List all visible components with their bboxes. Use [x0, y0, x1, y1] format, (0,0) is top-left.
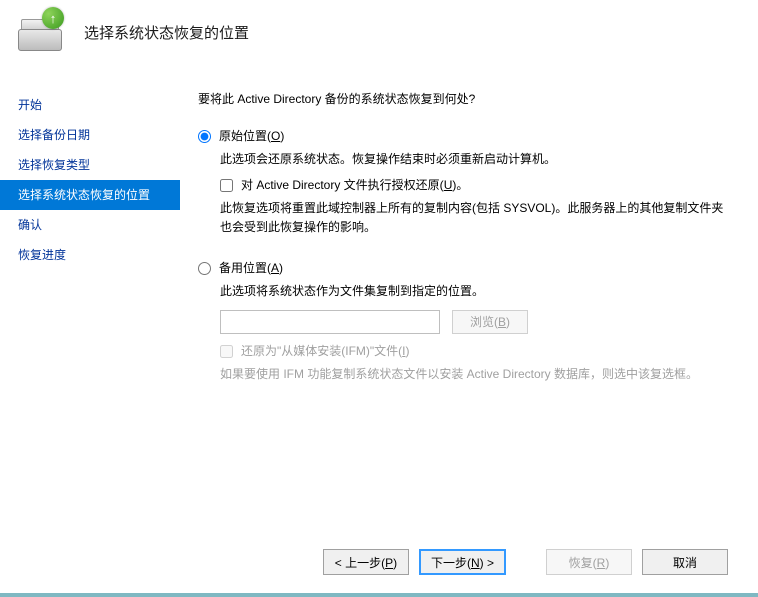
radio-original-location-input[interactable] [198, 130, 211, 143]
alternate-location-desc: 此选项将系统状态作为文件集复制到指定的位置。 [220, 282, 732, 301]
checkbox-authoritative-restore-label: 对 Active Directory 文件执行授权还原(U)。 [241, 176, 468, 195]
option-original-location: 原始位置(O) 此选项会还原系统状态。恢复操作结束时必须重新启动计算机。 对 A… [198, 127, 732, 237]
radio-original-location[interactable]: 原始位置(O) [198, 127, 732, 146]
prev-button[interactable]: < 上一步(P) [323, 549, 409, 575]
step-confirm[interactable]: 确认 [0, 210, 180, 240]
step-select-recovery-type[interactable]: 选择恢复类型 [0, 150, 180, 180]
authoritative-restore-desc: 此恢复选项将重置此域控制器上所有的复制内容(包括 SYSVOL)。此服务器上的其… [220, 199, 732, 237]
radio-original-location-label: 原始位置(O) [219, 127, 284, 146]
wizard-title: 选择系统状态恢复的位置 [84, 22, 249, 43]
step-select-system-state-location[interactable]: 选择系统状态恢复的位置 [0, 180, 180, 210]
radio-alternate-location-input[interactable] [198, 262, 211, 275]
wizard-body: 开始 选择备份日期 选择恢复类型 选择系统状态恢复的位置 确认 恢复进度 要将此… [0, 64, 758, 574]
recover-button[interactable]: 恢复(R) [546, 549, 632, 575]
alternate-path-input[interactable] [220, 310, 440, 334]
step-recovery-progress[interactable]: 恢复进度 [0, 240, 180, 270]
step-start[interactable]: 开始 [0, 90, 180, 120]
wizard-main: 要将此 Active Directory 备份的系统状态恢复到何处? 原始位置(… [180, 64, 758, 574]
checkbox-ifm[interactable]: 还原为"从媒体安装(IFM)"文件(I) [220, 342, 732, 361]
option-alternate-location: 备用位置(A) 此选项将系统状态作为文件集复制到指定的位置。 浏览(B) 还原为… [198, 259, 732, 384]
next-button[interactable]: 下一步(N) > [419, 549, 506, 575]
alternate-path-row: 浏览(B) [220, 310, 732, 334]
prompt-text: 要将此 Active Directory 备份的系统状态恢复到何处? [198, 90, 732, 109]
wizard-steps-sidebar: 开始 选择备份日期 选择恢复类型 选择系统状态恢复的位置 确认 恢复进度 [0, 64, 180, 574]
radio-alternate-location[interactable]: 备用位置(A) [198, 259, 732, 278]
checkbox-ifm-input[interactable] [220, 345, 233, 358]
wizard-header: ↑ 选择系统状态恢复的位置 [0, 0, 758, 64]
original-location-desc: 此选项会还原系统状态。恢复操作结束时必须重新启动计算机。 [220, 150, 732, 169]
radio-alternate-location-label: 备用位置(A) [219, 259, 283, 278]
checkbox-authoritative-restore-input[interactable] [220, 179, 233, 192]
ifm-desc: 如果要使用 IFM 功能复制系统状态文件以安装 Active Directory… [220, 365, 732, 384]
step-select-backup-date[interactable]: 选择备份日期 [0, 120, 180, 150]
cancel-button[interactable]: 取消 [642, 549, 728, 575]
checkbox-ifm-label: 还原为"从媒体安装(IFM)"文件(I) [241, 342, 410, 361]
browse-button[interactable]: 浏览(B) [452, 310, 528, 334]
backup-drive-icon: ↑ [18, 13, 60, 51]
checkbox-authoritative-restore[interactable]: 对 Active Directory 文件执行授权还原(U)。 [220, 176, 732, 195]
wizard-window: ↑ 选择系统状态恢复的位置 开始 选择备份日期 选择恢复类型 选择系统状态恢复的… [0, 0, 758, 597]
wizard-footer: < 上一步(P) 下一步(N) > 恢复(R) 取消 [0, 549, 758, 575]
